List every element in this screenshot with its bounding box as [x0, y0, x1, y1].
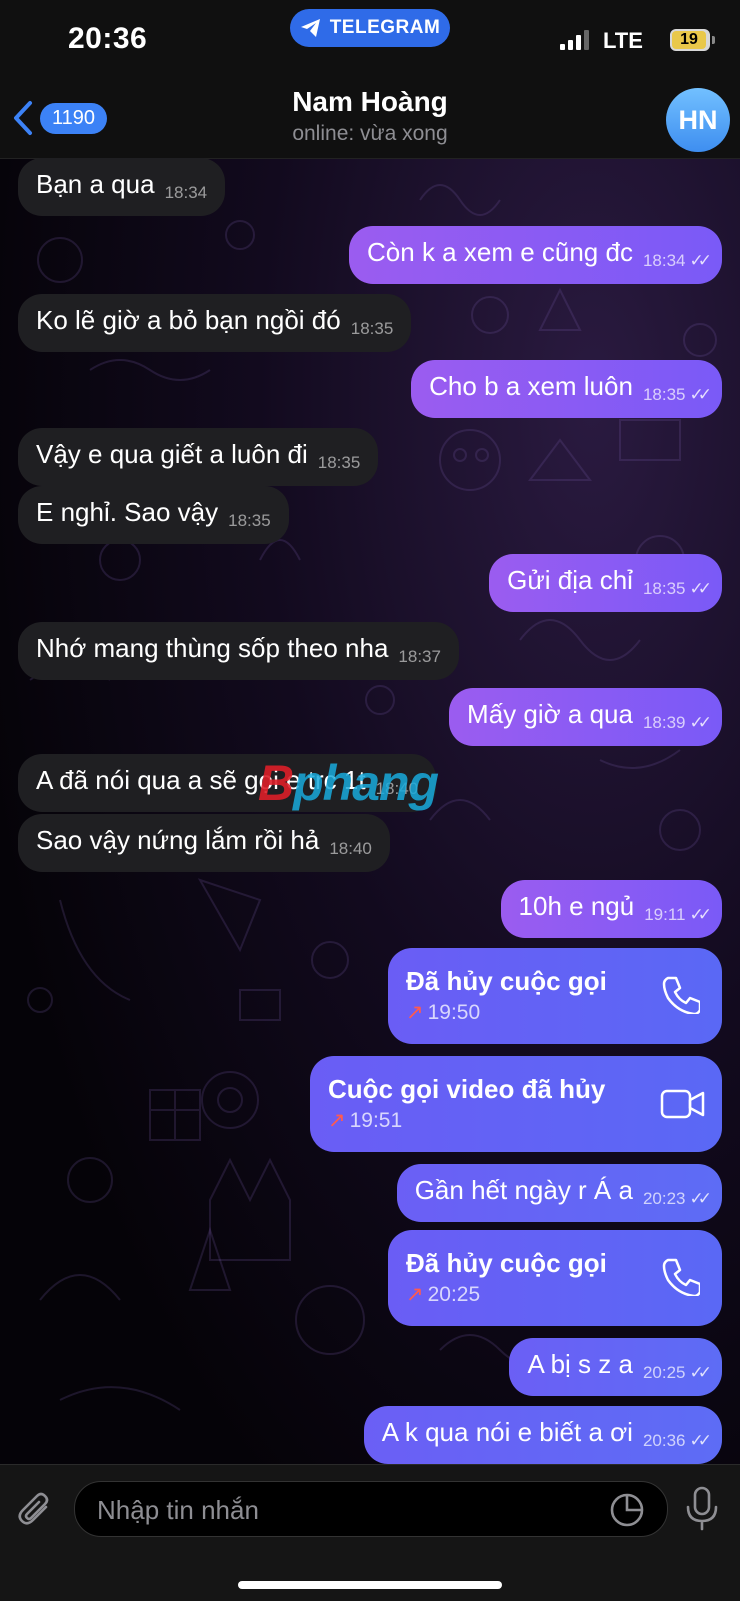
- paperclip-icon[interactable]: [16, 1489, 56, 1529]
- message-time: 18:37: [398, 647, 441, 666]
- message-text: Mấy giờ a qua: [467, 699, 633, 729]
- call-title: Đã hủy cuộc gọi: [406, 966, 607, 996]
- message-bubble-outgoing[interactable]: Gửi địa chỉ 18:35 ✓✓: [489, 554, 722, 612]
- telegram-return-pill[interactable]: TELEGRAM: [290, 9, 450, 47]
- home-indicator: [238, 1581, 502, 1589]
- read-check-icon: ✓✓: [689, 251, 712, 270]
- message-input[interactable]: [95, 1482, 579, 1538]
- message-text: A bị s z a: [527, 1349, 633, 1379]
- read-check-icon: ✓✓: [689, 905, 712, 924]
- message-text: Ko lẽ giờ a bỏ bạn ngồi đó: [36, 305, 341, 335]
- message-time: 18:35: [317, 453, 361, 472]
- message-text: Bạn a qua: [36, 169, 155, 199]
- microphone-icon[interactable]: [682, 1485, 722, 1533]
- avatar[interactable]: HN: [666, 88, 730, 152]
- read-check-icon: ✓✓: [689, 1363, 712, 1382]
- message-text: 10h e ngủ: [518, 891, 635, 921]
- outgoing-arrow-icon: ↗: [406, 1001, 424, 1024]
- chat-header: 1190 Nam Hoàng online: vừa xong HN: [0, 80, 740, 159]
- message-bubble-outgoing-partial[interactable]: A k qua nói e biết a ơi 20:36 ✓✓: [363, 1406, 722, 1464]
- outgoing-arrow-icon: ↗: [328, 1109, 346, 1132]
- call-time: 19:50: [427, 1001, 481, 1024]
- message-text: Cho b a xem luôn: [429, 371, 633, 401]
- message-bubble-outgoing[interactable]: A bị s z a 20:25 ✓✓: [509, 1338, 722, 1396]
- message-text: Gửi địa chỉ: [507, 565, 633, 595]
- message-time: 18:35: [642, 385, 686, 404]
- message-bubble-outgoing[interactable]: Cho b a xem luôn 18:35 ✓✓: [411, 360, 722, 418]
- read-check-icon: ✓✓: [689, 385, 712, 404]
- phone-icon[interactable]: [660, 974, 700, 1014]
- outgoing-arrow-icon: ↗: [406, 1283, 424, 1306]
- read-check-icon: ✓✓: [689, 579, 712, 598]
- message-list[interactable]: Bạn a qua 18:34 Còn k a xem e cũng đc 18:3…: [0, 158, 740, 1464]
- message-bubble-incoming[interactable]: Bạn a qua 18:34: [18, 158, 226, 216]
- message-text: Vậy e qua giết a luôn đi: [36, 439, 308, 469]
- battery-icon: 19: [670, 29, 715, 51]
- read-check-icon: ✓✓: [689, 713, 712, 732]
- chat-status: online: vừa xong: [292, 122, 448, 145]
- message-text: Nhớ mang thùng sốp theo nha: [36, 633, 389, 663]
- message-text: Gần hết ngày r Á a: [414, 1175, 633, 1205]
- message-text: E nghỉ. Sao vậy: [36, 497, 219, 527]
- call-bubble-video-cancelled[interactable]: Cuộc gọi video đã hủy ↗ 19:51: [310, 1056, 722, 1152]
- message-bubble-outgoing[interactable]: 10h e ngủ 19:11 ✓✓: [500, 880, 722, 938]
- battery-level: 19: [672, 31, 706, 49]
- call-bubble-cancelled[interactable]: Đã hủy cuộc gọi ↗ 20:25: [388, 1230, 722, 1326]
- message-bubble-outgoing[interactable]: Mấy giờ a qua 18:39 ✓✓: [449, 688, 722, 746]
- signal-icon: [560, 30, 589, 50]
- message-text: Còn k a xem e cũng đc: [367, 237, 633, 267]
- status-time: 20:36: [68, 22, 148, 55]
- call-time: 19:51: [349, 1109, 403, 1132]
- sticker-icon[interactable]: [609, 1492, 645, 1528]
- message-bubble-incoming[interactable]: Sao vậy nứng lắm rồi hả 18:40: [18, 814, 390, 872]
- network-label: LTE: [603, 28, 643, 53]
- message-time: 18:34: [642, 251, 686, 270]
- message-bubble-incoming[interactable]: Nhớ mang thùng sốp theo nha 18:37: [18, 622, 459, 680]
- read-check-icon: ✓✓: [689, 1189, 712, 1208]
- message-time: 20:23: [642, 1189, 686, 1208]
- message-bubble-incoming[interactable]: Vậy e qua giết a luôn đi 18:35: [18, 428, 379, 486]
- message-bubble-outgoing[interactable]: Còn k a xem e cũng đc 18:34 ✓✓: [349, 226, 722, 284]
- app-pill-label: TELEGRAM: [329, 17, 441, 38]
- message-bubble-incoming[interactable]: E nghỉ. Sao vậy 18:35: [18, 486, 289, 544]
- video-camera-icon[interactable]: [660, 1088, 706, 1120]
- message-time: 18:35: [350, 319, 394, 338]
- phone-icon[interactable]: [660, 1256, 700, 1296]
- message-time: 20:25: [642, 1363, 686, 1382]
- call-bubble-cancelled[interactable]: Đã hủy cuộc gọi ↗ 19:50: [388, 948, 722, 1044]
- message-time: 18:40: [329, 839, 372, 858]
- read-check-icon: ✓✓: [689, 1431, 712, 1450]
- call-title: Cuộc gọi video đã hủy: [328, 1074, 606, 1104]
- message-text: A k qua nói e biết a ơi: [381, 1417, 633, 1447]
- message-time: 20:36: [642, 1431, 686, 1450]
- message-text: Sao vậy nứng lắm rồi hả: [36, 825, 320, 855]
- message-input-field[interactable]: [74, 1481, 668, 1538]
- telegram-icon: [300, 19, 320, 37]
- call-time: 20:25: [427, 1283, 481, 1306]
- message-time: 19:11: [644, 905, 686, 924]
- watermark-logo: Bphang: [258, 755, 439, 811]
- message-time: 18:39: [642, 713, 686, 732]
- message-time: 18:34: [164, 183, 208, 202]
- message-time: 18:35: [642, 579, 686, 598]
- message-bubble-incoming[interactable]: Ko lẽ giờ a bỏ bạn ngồi đó 18:35: [18, 294, 412, 352]
- status-bar: 20:36 TELEGRAM LTE 19: [0, 0, 740, 80]
- message-time: 18:35: [228, 511, 271, 530]
- call-title: Đã hủy cuộc gọi: [406, 1248, 607, 1278]
- message-composer: [0, 1464, 740, 1601]
- message-bubble-outgoing[interactable]: Gần hết ngày r Á a 20:23 ✓✓: [396, 1164, 722, 1222]
- chat-title[interactable]: Nam Hoàng: [0, 86, 740, 118]
